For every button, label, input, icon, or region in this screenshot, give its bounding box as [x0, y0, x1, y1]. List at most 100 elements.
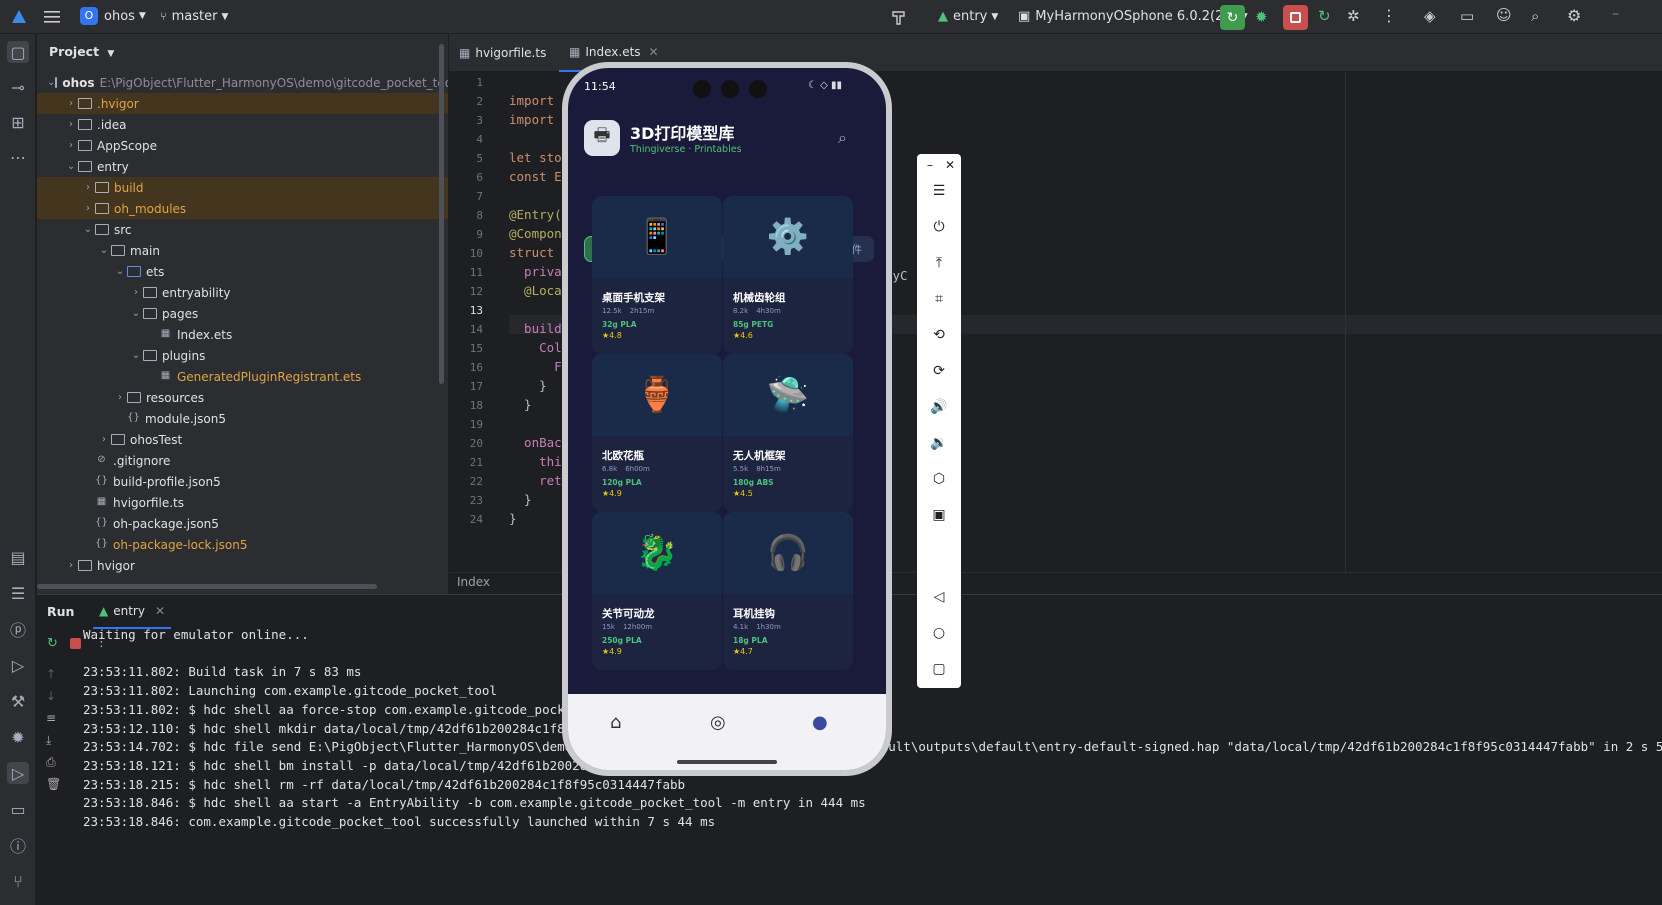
commit-tool-icon[interactable]: ⊸ [7, 76, 29, 98]
problems-tool-icon[interactable]: ⓘ [7, 834, 29, 856]
back-icon[interactable]: ◁ [928, 586, 950, 608]
volume-up-icon[interactable]: 🔊 [928, 396, 950, 418]
scroll-to-end-icon[interactable]: ⤓ [46, 729, 61, 751]
tree-item-index-ets[interactable]: ▦ Index.ets [37, 324, 448, 345]
rerun-icon[interactable]: ↻ [47, 636, 58, 651]
soft-wrap-icon[interactable]: ≡ [46, 707, 61, 729]
device-selector[interactable]: ▣ MyHarmonyOSphone 6.0.2(22) ▼ [1018, 9, 1248, 24]
tree-item-generated-plugin-registrant[interactable]: ▦ GeneratedPluginRegistrant.ets [37, 366, 448, 387]
tree-item-module-json5[interactable]: {} module.json5 [37, 408, 448, 429]
power-icon[interactable]: ⏻ [928, 216, 950, 238]
tree-item-main[interactable]: ⌄ main [37, 240, 448, 261]
tree-item-idea[interactable]: › .idea [37, 114, 448, 135]
tree-item-entry[interactable]: ⌄ entry [37, 156, 448, 177]
project-selector[interactable]: O ohos ▼ [80, 7, 146, 25]
tree-item-hvigorfile[interactable]: ▦ hvigorfile.ts [37, 492, 448, 513]
editor-gutter: 1 2 3 4 5 6 7 8 9 10 11 12 13 14 15 16 17 18 19 20 21 22 23 24 [449, 72, 509, 572]
debug-tool-icon[interactable]: ✹ [7, 726, 29, 748]
terminal-tool-icon[interactable]: ▭ [7, 798, 29, 820]
log-tool-icon[interactable]: ☰ [7, 582, 29, 604]
tree-item-ohostest[interactable]: › ohosTest [37, 429, 448, 450]
rotate-right-icon[interactable]: ⟳ [928, 360, 950, 382]
volume-down-icon[interactable]: 🔉 [928, 432, 950, 454]
recents-icon[interactable]: ▢ [928, 658, 950, 680]
stop-icon[interactable] [1283, 5, 1308, 30]
home-indicator[interactable] [677, 760, 777, 764]
screenshot-icon[interactable]: ▣ [928, 504, 950, 526]
tree-item-plugins[interactable]: ⌄ plugins [37, 345, 448, 366]
tree-item-entryability[interactable]: › entryability [37, 282, 448, 303]
tree-item-ohos[interactable]: ⌄ ohos E:\PigObject\Flutter_HarmonyOS\demo… [37, 72, 448, 93]
attach-debugger-icon[interactable]: ✲ [1347, 7, 1360, 25]
run-config-selector[interactable]: ▲ entry ▼ [938, 9, 998, 24]
close-tab-icon[interactable]: ✕ [155, 604, 165, 618]
model-card[interactable]: ⚙️ 机械齿轮组 8.2k 4h30m 85g PETG ★4.6 [723, 196, 853, 354]
home-icon[interactable]: ○ [928, 622, 950, 644]
more-tools-icon[interactable]: ⋯ [7, 146, 29, 168]
home-tab-icon[interactable]: ⌂ [610, 712, 621, 733]
tree-item-oh-modules[interactable]: › oh_modules [37, 198, 448, 219]
file-manager-icon[interactable]: ▭ [1460, 7, 1474, 25]
settings-gear-icon[interactable]: ⚙ [1567, 6, 1581, 25]
fold-icon[interactable]: ⬡ [928, 468, 950, 490]
tree-item-appscope[interactable]: › AppScope [37, 135, 448, 156]
crop-icon[interactable]: ⌗ [928, 288, 950, 310]
rotate-icon[interactable]: ⟲ [928, 324, 950, 346]
model-card[interactable]: 📱 桌面手机支架 12.5k 2h15m 32g PLA ★4.8 [592, 196, 722, 354]
tree-item-hvigor[interactable]: › hvigor [37, 555, 448, 576]
vertical-scrollbar[interactable] [439, 44, 444, 384]
tab-run-entry[interactable]: ▲ entry ✕ [93, 595, 172, 629]
tree-item-oh-package-lock[interactable]: {} oh-package-lock.json5 [37, 534, 448, 555]
branch-selector[interactable]: ⑂ master ▼ [160, 9, 228, 24]
printer-icon: 🖶 [584, 120, 620, 156]
search-icon[interactable]: ⌕ [838, 128, 847, 148]
account-icon[interactable]: ☺ [1496, 6, 1512, 24]
minimize-icon[interactable]: – [919, 154, 941, 176]
main-menu-icon[interactable] [44, 9, 60, 23]
debug-icon[interactable]: ✹ [1255, 8, 1268, 26]
horizontal-scrollbar[interactable] [37, 584, 377, 589]
project-tool-icon[interactable]: ▢ [7, 41, 29, 63]
run-tool-icon[interactable]: ▷ [7, 762, 29, 784]
clear-all-icon[interactable]: 🗑 [46, 773, 61, 795]
upload-icon[interactable]: ⤒ [928, 252, 950, 274]
tree-item-hvigor-dir[interactable]: › .hvigor [37, 93, 448, 114]
services-tool-icon[interactable]: ▷ [7, 654, 29, 676]
model-card[interactable]: 🛸 无人机框架 5.5k 8h15m 180g ABS ★4.5 [723, 354, 853, 512]
profiler-tool-icon[interactable]: ⓟ [7, 618, 29, 640]
rerun-icon[interactable]: ↻ [1220, 5, 1245, 30]
model-card[interactable]: 🏺 北欧花瓶 6.8k 6h00m 120g PLA ★4.9 [592, 354, 722, 512]
build-tool-icon[interactable]: ⚒ [7, 690, 29, 712]
structure-tool-icon[interactable]: ⊞ [7, 111, 29, 133]
tree-item-ets[interactable]: ⌄ ets [37, 261, 448, 282]
tree-item-resources[interactable]: › resources [37, 387, 448, 408]
close-tab-icon[interactable]: ✕ [649, 45, 659, 59]
phone-screen[interactable]: 11:54 ☾ ◇ ▮▮ 🖶 3D打印模型库 Thingiverse · Pri… [568, 68, 886, 770]
arrow-down-icon[interactable]: ↓ [46, 685, 61, 707]
close-icon[interactable]: ✕ [939, 154, 961, 176]
explore-tab-icon[interactable]: ◎ [710, 712, 726, 733]
tab-hvigorfile[interactable]: ▦ hvigorfile.ts [449, 34, 556, 72]
more-actions-icon[interactable]: ⋮ [1381, 6, 1397, 25]
arrow-up-icon[interactable]: ↑ [46, 663, 61, 685]
tree-item-build-profile[interactable]: {} build-profile.json5 [37, 471, 448, 492]
tree-item-build[interactable]: › build [37, 177, 448, 198]
tree-item-pages[interactable]: ⌄ pages [37, 303, 448, 324]
model-card[interactable]: 🐉 关节可动龙 15k 12h00m 250g PLA ★4.9 [592, 512, 722, 670]
terminal-layout-icon[interactable]: ▤ [7, 546, 29, 568]
tree-item-oh-package[interactable]: {} oh-package.json5 [37, 513, 448, 534]
search-icon[interactable]: ⌕ [1531, 7, 1539, 25]
apply-changes-icon[interactable]: ↻ [1318, 7, 1331, 25]
build-hammer-icon[interactable] [890, 8, 908, 30]
tree-item-gitignore[interactable]: ⊘ .gitignore [37, 450, 448, 471]
print-icon[interactable]: ⎙ [46, 751, 61, 773]
menu-icon[interactable]: ☰ [928, 180, 950, 202]
model-card[interactable]: 🎧 耳机挂钩 4.1k 1h30m 18g PLA ★4.7 [723, 512, 853, 670]
minimize-window-icon[interactable]: – [1612, 6, 1619, 22]
profile-tab-icon[interactable]: ● [812, 712, 828, 733]
tree-item-src[interactable]: ⌄ src [37, 219, 448, 240]
project-panel-header[interactable]: Project ▼ [49, 44, 114, 59]
device-manager-icon[interactable]: ◈ [1424, 7, 1436, 25]
stop-icon[interactable] [70, 638, 81, 649]
git-tool-icon[interactable]: ⑂ [7, 870, 29, 892]
